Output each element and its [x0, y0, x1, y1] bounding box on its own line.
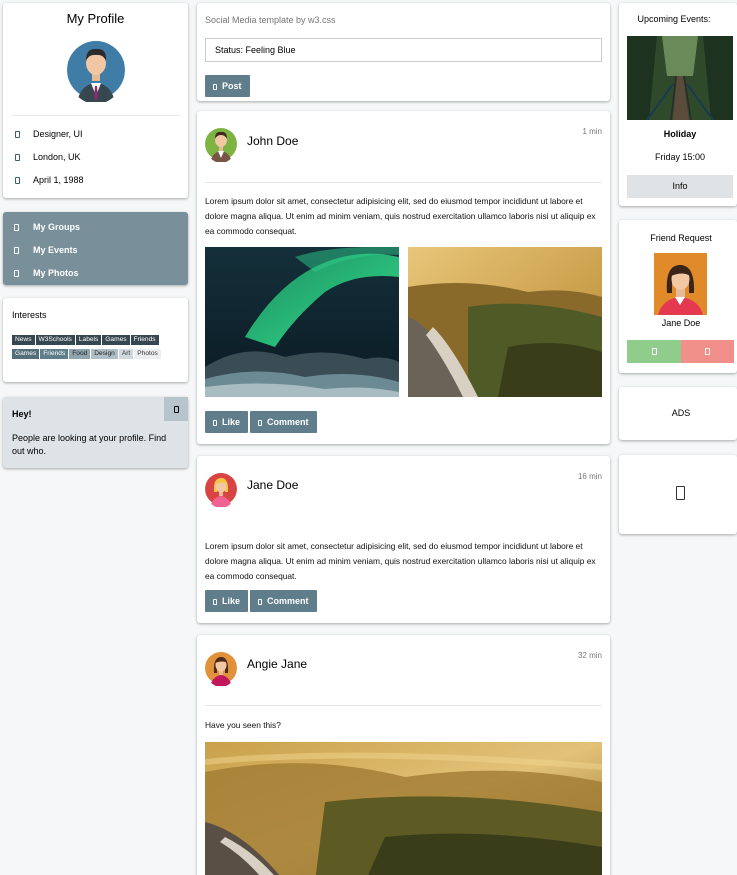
tag-art[interactable]: Art [118, 349, 134, 359]
pencil-icon [213, 83, 217, 90]
tag-friends[interactable]: Friends [130, 335, 159, 345]
status-input[interactable]: Status: Feeling Blue [205, 38, 602, 62]
tag-design[interactable]: Design [91, 349, 118, 359]
event-photo[interactable] [627, 36, 733, 120]
profile-title: My Profile [66, 11, 125, 26]
post-author: John Doe [247, 134, 299, 148]
events-card: Upcoming Events: Holiday Friday 15:00 In… [619, 3, 737, 206]
angie-jane-avatar [205, 652, 237, 686]
profile-card: My Profile Designer, UI London, UK April… [3, 3, 188, 198]
post-text: Have you seen this? [205, 720, 281, 730]
alert-close-button[interactable] [164, 397, 188, 421]
valley-photo[interactable] [205, 742, 602, 875]
post-avatar [205, 470, 237, 508]
alert-card: Hey! People are looking at your profile.… [3, 397, 188, 468]
post-card: John Doe 1 min Lorem ipsum dolor sit ame… [197, 111, 610, 444]
post-text: Lorem ipsum dolor sit amet, consectetur … [205, 196, 596, 236]
comment-icon [258, 419, 262, 426]
tag-games[interactable]: Games [102, 335, 130, 345]
tag-food[interactable]: Food [69, 349, 91, 359]
profile-divider [12, 115, 180, 116]
remove-icon [705, 348, 710, 356]
calendar-icon [14, 247, 19, 255]
john-doe-avatar [205, 128, 237, 162]
post-button[interactable]: Post [205, 75, 250, 97]
like-button[interactable]: Like [205, 590, 249, 612]
interests-title: Interests [12, 310, 47, 320]
birthday-cake-icon [15, 177, 20, 185]
post-avatar [205, 649, 237, 687]
circle-icon [14, 224, 19, 232]
aurora-photo[interactable] [205, 247, 399, 397]
alert-title: Hey! [12, 409, 32, 419]
tag-news[interactable]: News [12, 335, 35, 345]
ads-card: ADS [619, 387, 737, 440]
home-icon [15, 154, 20, 162]
jane-doe-avatar [205, 473, 237, 507]
nav-item-groups[interactable]: My Groups [3, 216, 188, 238]
decline-button[interactable] [681, 340, 734, 363]
pencil-icon [15, 131, 20, 139]
nav-item-photos[interactable]: My Photos [3, 262, 188, 284]
event-name: Holiday [663, 129, 697, 139]
friend-request-title: Friend Request [650, 233, 712, 243]
friend-request-avatar [654, 253, 707, 315]
profile-details: Designer, UI London, UK April 1, 1988 [15, 129, 84, 198]
post-divider [205, 705, 602, 706]
post-divider [205, 182, 602, 183]
post-text: Lorem ipsum dolor sit amet, consectetur … [205, 541, 596, 581]
nav-item-events[interactable]: My Events [3, 239, 188, 261]
friend-request-name: Jane Doe [661, 318, 701, 328]
post-time: 1 min [582, 127, 602, 136]
events-title: Upcoming Events: [637, 14, 711, 24]
profile-detail-location: London, UK [15, 152, 84, 175]
interests-tags: News W3Schools Labels Games FriendsGames Frie… [12, 333, 184, 361]
users-icon [14, 270, 19, 278]
check-icon [651, 348, 657, 356]
comment-button[interactable]: Comment [250, 411, 317, 433]
profile-avatar-image [67, 41, 125, 102]
post-author: Angie Jane [247, 657, 308, 671]
bug-card [619, 455, 737, 534]
comment-icon [258, 598, 262, 605]
thumbs-up-icon [213, 598, 217, 605]
post-time: 16 min [577, 472, 602, 481]
post-card: Jane Doe 16 min Lorem ipsum dolor sit am… [197, 456, 610, 623]
event-time: Friday 15:00 [654, 152, 706, 162]
like-button[interactable]: Like [205, 411, 249, 433]
profile-avatar [67, 36, 125, 104]
post-card: Angie Jane 32 min Have you seen this? [197, 635, 610, 875]
comment-button[interactable]: Comment [250, 590, 317, 612]
composer-card: Social Media template by w3.css Status: … [197, 3, 610, 101]
interests-card: Interests News W3Schools Labels Games Friend… [3, 298, 188, 382]
ads-label: ADS [671, 408, 691, 418]
tag-photos[interactable]: Photos [134, 349, 161, 359]
bug-icon [676, 486, 685, 500]
post-avatar [205, 125, 237, 163]
post-author: Jane Doe [247, 478, 299, 492]
close-icon [173, 406, 179, 414]
post-time: 32 min [577, 651, 602, 660]
friend-request-card: Friend Request Jane Doe [619, 220, 737, 373]
tag-games-2[interactable]: Games [12, 349, 40, 359]
thumbs-up-icon [213, 419, 217, 426]
composer-caption: Social Media template by w3.css [205, 15, 336, 25]
profile-detail-birthday: April 1, 1988 [15, 175, 84, 198]
tag-w3schools[interactable]: W3Schools [35, 335, 75, 345]
mountain-photo[interactable] [408, 247, 602, 397]
tag-labels[interactable]: Labels [75, 335, 102, 345]
event-info-button[interactable]: Info [627, 175, 733, 198]
alert-text: People are looking at your profile. Find… [12, 433, 167, 456]
profile-detail-job: Designer, UI [15, 129, 84, 152]
tag-friends-2[interactable]: Friends [40, 349, 69, 359]
nav-menu: My Groups My Events My Photos [3, 212, 188, 285]
accept-button[interactable] [627, 340, 681, 363]
